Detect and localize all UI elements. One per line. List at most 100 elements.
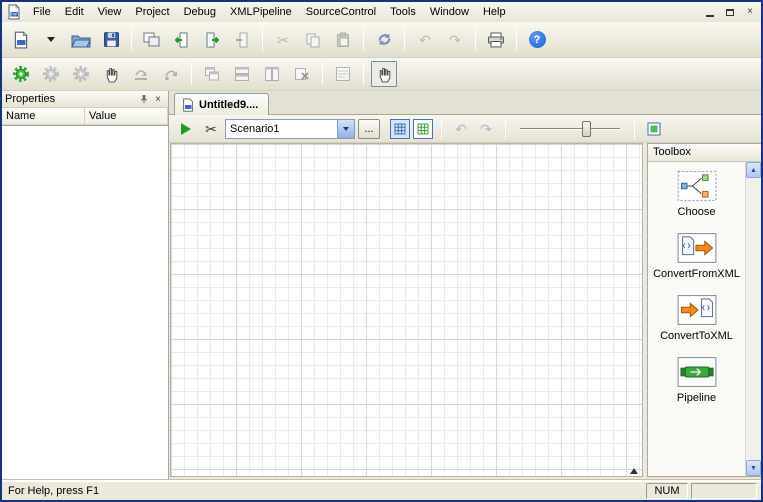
- toolbar-separator: [363, 63, 364, 85]
- toolbox-item-label: Choose: [648, 206, 745, 218]
- restore-button[interactable]: [721, 5, 739, 20]
- canvas-undo-button: ↶: [450, 118, 472, 140]
- status-help-text: For Help, press F1: [6, 485, 643, 497]
- menu-debug[interactable]: Debug: [177, 4, 223, 20]
- new-document-dropdown-button[interactable]: [38, 27, 64, 53]
- scrollbar-track[interactable]: [746, 178, 761, 460]
- zoom-slider[interactable]: [520, 119, 620, 139]
- menu-window[interactable]: Window: [423, 4, 476, 20]
- document-area: Untitled9.... ✂ Scenario1 ...: [169, 91, 761, 480]
- pip-document-icon[interactable]: PIP: [6, 4, 22, 20]
- content-row: Toolbox: [169, 143, 761, 480]
- snap-to-grid-toggle[interactable]: [413, 119, 433, 139]
- toolbox-item-choose[interactable]: Choose: [648, 170, 745, 218]
- pan-mode-toggle[interactable]: [371, 61, 397, 87]
- fit-to-window-button[interactable]: [643, 118, 665, 140]
- scissors-icon: ✂: [205, 122, 217, 136]
- status-bar: For Help, press F1 NUM: [2, 480, 761, 500]
- cancel-gear-icon: [72, 65, 90, 83]
- new-document-icon: [12, 31, 30, 49]
- zoom-slider-thumb[interactable]: [582, 121, 591, 137]
- undo-button: ↶: [412, 27, 438, 53]
- print-button[interactable]: [483, 27, 509, 53]
- refresh-button[interactable]: [371, 27, 397, 53]
- menu-sourcecontrol[interactable]: SourceControl: [299, 4, 383, 20]
- scroll-up-button[interactable]: ▲: [746, 162, 761, 178]
- scenario-combobox[interactable]: Scenario1: [225, 119, 355, 139]
- scenario-dropdown-button[interactable]: [337, 120, 354, 138]
- dropdown-arrow-icon: [47, 37, 55, 42]
- pip-tab-icon: [181, 98, 195, 112]
- menu-xmlpipeline[interactable]: XMLPipeline: [223, 4, 299, 20]
- toolbox-item-converttoxml[interactable]: ConvertToXML: [648, 294, 745, 342]
- redo-icon: ↷: [480, 122, 492, 136]
- check-in-button[interactable]: [199, 27, 225, 53]
- toolbar-separator: [505, 118, 506, 140]
- toolbox-item-label: ConvertFromXML: [648, 268, 745, 280]
- toolbox-body-row: Choose: [648, 162, 761, 476]
- get-latest-button[interactable]: [139, 27, 165, 53]
- cut-button: ✂: [270, 27, 296, 53]
- minimize-icon: [706, 15, 714, 17]
- check-out-icon: [173, 32, 191, 48]
- show-grid-toggle[interactable]: [390, 119, 410, 139]
- cascade-windows-icon: [204, 66, 220, 82]
- canvas-scroll-indicator[interactable]: [630, 468, 638, 474]
- check-out-button[interactable]: [169, 27, 195, 53]
- close-window-button: [289, 61, 315, 87]
- restore-icon: [726, 9, 734, 16]
- toolbar-separator: [262, 29, 263, 51]
- svg-text:PIP: PIP: [11, 13, 17, 17]
- grid-blue-icon: [394, 123, 406, 135]
- menu-view[interactable]: View: [91, 4, 129, 20]
- pushpin-icon: [139, 94, 149, 104]
- toolbox-item-label: Pipeline: [648, 392, 745, 404]
- break-button[interactable]: [98, 61, 124, 87]
- minimize-button[interactable]: [701, 5, 719, 20]
- open-file-button[interactable]: [68, 27, 94, 53]
- properties-list[interactable]: [2, 125, 168, 480]
- standard-toolbar: ✂ ↶ ↷: [2, 22, 761, 58]
- document-tab-strip: Untitled9....: [169, 91, 761, 115]
- properties-close-button[interactable]: ×: [151, 92, 165, 106]
- column-header-name[interactable]: Name: [2, 108, 85, 125]
- undo-check-out-icon: [233, 32, 251, 48]
- save-file-button[interactable]: [98, 27, 124, 53]
- close-window-icon: [294, 66, 310, 82]
- menu-project[interactable]: Project: [128, 4, 176, 20]
- column-header-value[interactable]: Value: [85, 108, 168, 125]
- toolbar-separator: [191, 63, 192, 85]
- execute-button[interactable]: [8, 61, 34, 87]
- document-tab[interactable]: Untitled9....: [174, 93, 269, 115]
- grid-green-icon: [417, 123, 429, 135]
- menu-tools[interactable]: Tools: [383, 4, 423, 20]
- menu-help[interactable]: Help: [476, 4, 513, 20]
- auto-hide-pin-button[interactable]: [137, 92, 151, 106]
- help-button[interactable]: ?: [524, 27, 550, 53]
- step-over-icon: [163, 66, 179, 82]
- arrange-windows-icon: [264, 66, 280, 82]
- scroll-down-button[interactable]: ▼: [746, 460, 761, 476]
- choose-icon: [677, 170, 717, 205]
- close-button[interactable]: ×: [741, 5, 759, 20]
- toolbox-item-pipeline[interactable]: Pipeline: [648, 356, 745, 404]
- check-in-icon: [203, 32, 221, 48]
- toolbox-item-convertfromxml[interactable]: ConvertFromXML: [648, 232, 745, 280]
- preview-tools-button[interactable]: ✂: [200, 118, 222, 140]
- toolbar-separator: [363, 29, 364, 51]
- get-latest-icon: [143, 32, 161, 48]
- print-icon: [487, 32, 505, 48]
- run-scenario-button[interactable]: [175, 118, 197, 140]
- toolbox-item-list: Choose: [648, 162, 745, 476]
- scenario-value: Scenario1: [226, 123, 337, 135]
- pipeline-canvas[interactable]: [170, 143, 643, 477]
- toolbox-scrollbar[interactable]: ▲ ▼: [745, 162, 761, 476]
- new-pipeline-document-button[interactable]: [8, 27, 34, 53]
- properties-title: Properties: [5, 93, 137, 105]
- scenario-browse-button[interactable]: ...: [358, 119, 380, 139]
- menu-edit[interactable]: Edit: [58, 4, 91, 20]
- save-floppy-icon: [103, 31, 120, 48]
- redo-button: ↷: [442, 27, 468, 53]
- menu-file[interactable]: File: [26, 4, 58, 20]
- toolbar-separator: [441, 118, 442, 140]
